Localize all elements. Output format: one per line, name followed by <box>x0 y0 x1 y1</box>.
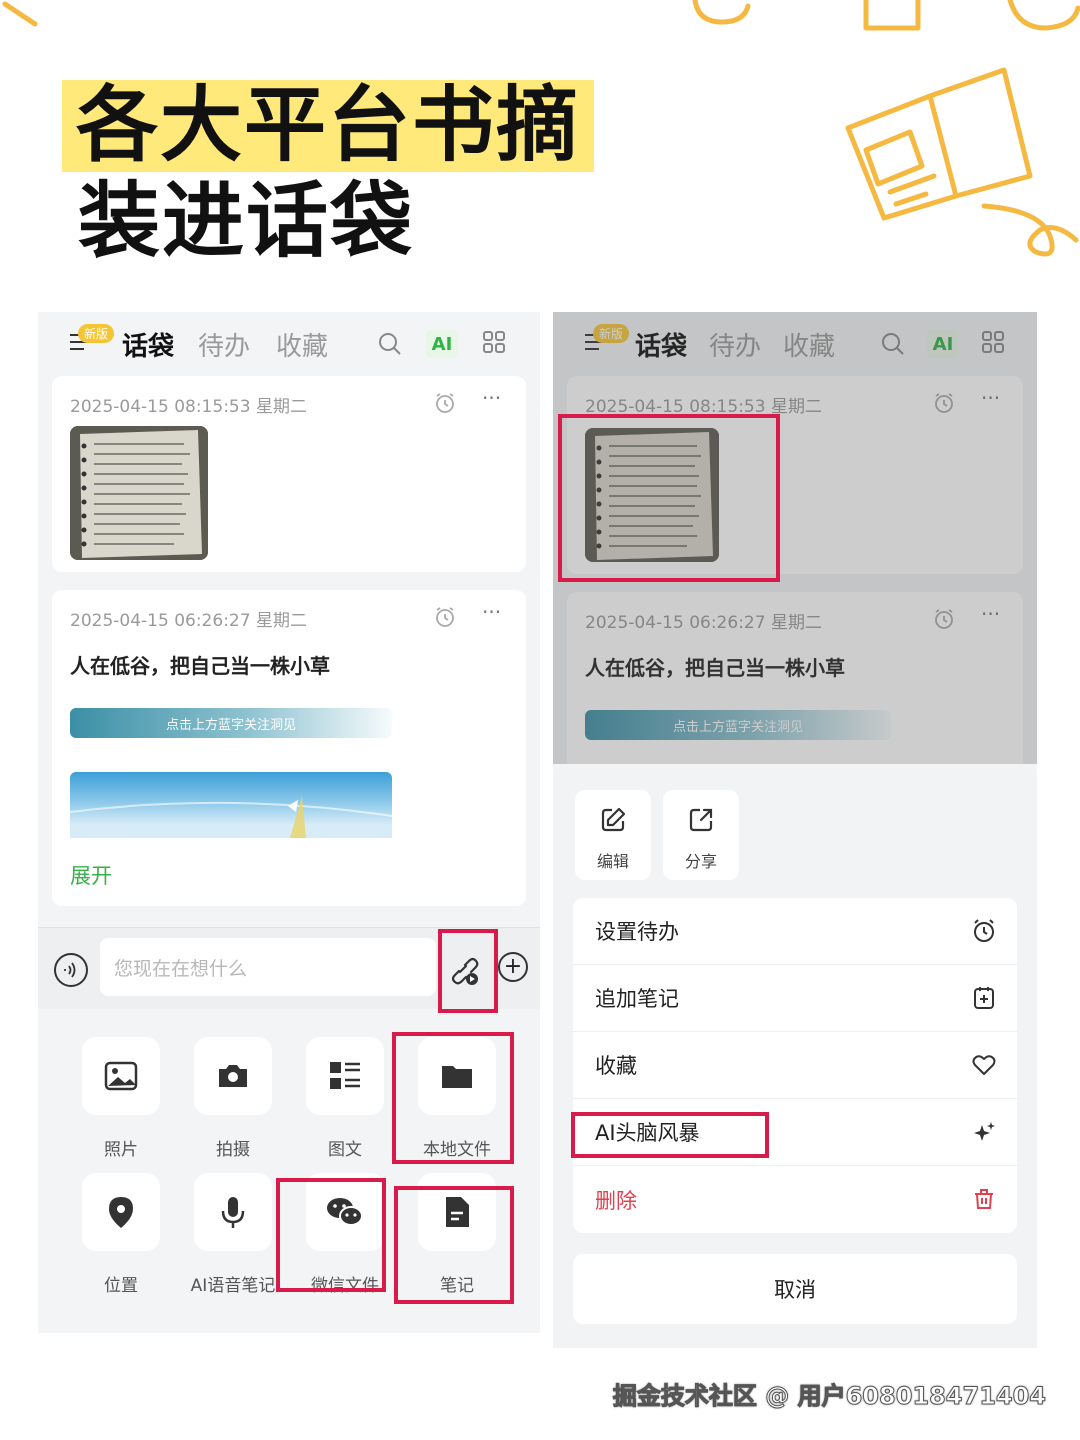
note-timestamp: 2025-04-15 06:26:27 星期二 <box>70 611 307 631</box>
action-sheet: 编辑 分享 设置待办 追加笔记 收藏 AI头脑风暴 删除 取消 <box>553 764 1037 1348</box>
alarm-icon <box>974 919 994 942</box>
trash-icon <box>975 1189 993 1209</box>
menu-item-label: 追加笔记 <box>595 987 679 1011</box>
menu-item-label: 收藏 <box>595 1054 637 1078</box>
more-icon[interactable]: ··· <box>482 600 501 624</box>
heart-icon <box>972 1055 996 1075</box>
alarm-icon[interactable] <box>434 606 456 628</box>
attach-label: 拍摄 <box>216 1140 250 1160</box>
action-menu: 设置待办 追加笔记 收藏 AI头脑风暴 删除 <box>573 898 1017 1233</box>
note-card[interactable]: 2025-04-15 08:15:53 星期二 ··· <box>52 376 526 572</box>
attach-voice-note-button[interactable]: AI语音笔记 <box>177 1173 289 1296</box>
ai-button[interactable]: AI <box>426 330 458 358</box>
cover-image-graphic <box>70 796 392 838</box>
menu-item-delete[interactable]: 删除 <box>573 1166 1017 1233</box>
attach-location-button[interactable]: 位置 <box>65 1173 177 1296</box>
menu-item-favorite[interactable]: 收藏 <box>573 1032 1017 1099</box>
share-button[interactable]: 分享 <box>663 790 739 880</box>
headline: 各大平台书摘 装进话袋 <box>62 80 595 269</box>
top-bar: 新版 话袋 待办 收藏 AI <box>38 312 540 374</box>
attach-photo-button[interactable]: 照片 <box>65 1037 177 1160</box>
thought-input[interactable]: 您现在在想什么 <box>100 938 436 996</box>
menu-item-set-todo[interactable]: 设置待办 <box>573 898 1017 965</box>
tab-favorites[interactable]: 收藏 <box>276 326 328 363</box>
microphone-icon <box>221 1197 245 1228</box>
attach-rich-text-button[interactable]: 图文 <box>289 1037 401 1160</box>
menu-item-append-note[interactable]: 追加笔记 <box>573 965 1017 1032</box>
highlight-box-photo <box>558 414 780 582</box>
tab-huadai[interactable]: 话袋 <box>122 326 174 363</box>
highlight-box-ai-brainstorm <box>571 1112 769 1158</box>
expand-link[interactable]: 展开 <box>70 860 112 890</box>
headline-line-2: 装进话袋 <box>78 174 415 269</box>
share-icon <box>689 808 713 832</box>
attach-label: 位置 <box>104 1276 138 1296</box>
sparkle-icon <box>974 1122 995 1141</box>
edit-button[interactable]: 编辑 <box>575 790 651 880</box>
add-note-icon <box>974 987 994 1009</box>
camera-icon <box>219 1065 247 1087</box>
attach-label: AI语音笔记 <box>190 1276 276 1296</box>
tab-todo[interactable]: 待办 <box>198 326 250 363</box>
note-title: 人在低谷，把自己当一株小草 <box>70 654 330 678</box>
headline-line-1: 各大平台书摘 <box>62 80 595 172</box>
highlight-box-link <box>438 929 498 1013</box>
highlight-box-local-file <box>392 1032 514 1164</box>
attach-camera-button[interactable]: 拍摄 <box>177 1037 289 1160</box>
alarm-icon[interactable] <box>434 392 456 414</box>
location-icon <box>109 1197 133 1228</box>
action-label: 分享 <box>684 852 717 871</box>
more-icon[interactable]: ··· <box>482 386 501 410</box>
highlight-box-wechat-file <box>276 1178 386 1292</box>
highlight-box-note <box>394 1186 514 1304</box>
add-icon[interactable]: + <box>498 952 528 982</box>
attach-label: 图文 <box>328 1140 362 1160</box>
grid-icon[interactable] <box>482 330 506 354</box>
voice-input-icon[interactable] <box>54 953 88 987</box>
action-label: 编辑 <box>596 852 629 871</box>
watermark: 掘金技术社区 @ 用户608018471404 <box>612 1382 1046 1411</box>
search-icon[interactable] <box>378 332 402 356</box>
note-card[interactable]: 2025-04-15 06:26:27 星期二 ··· 人在低谷，把自己当一株小… <box>52 590 526 906</box>
photo-icon <box>104 1061 138 1091</box>
edit-icon <box>601 807 626 832</box>
notebook-photo-thumbnail[interactable] <box>70 426 208 560</box>
new-version-badge: 新版 <box>78 324 115 343</box>
list-icon <box>330 1062 360 1089</box>
menu-item-label: 删除 <box>595 1188 637 1213</box>
cancel-button[interactable]: 取消 <box>573 1254 1017 1324</box>
note-timestamp: 2025-04-15 08:15:53 星期二 <box>70 397 307 417</box>
article-cover-image <box>70 772 392 838</box>
page: 各大平台书摘 装进话袋 新版 话袋 待办 收藏 AI 2025-04-15 08… <box>0 0 1080 1440</box>
attach-label: 照片 <box>104 1140 138 1160</box>
notebook-photo-image <box>70 426 208 560</box>
menu-item-label: 设置待办 <box>595 920 679 944</box>
article-banner: 点击上方蓝字关注洞见 <box>70 708 392 738</box>
